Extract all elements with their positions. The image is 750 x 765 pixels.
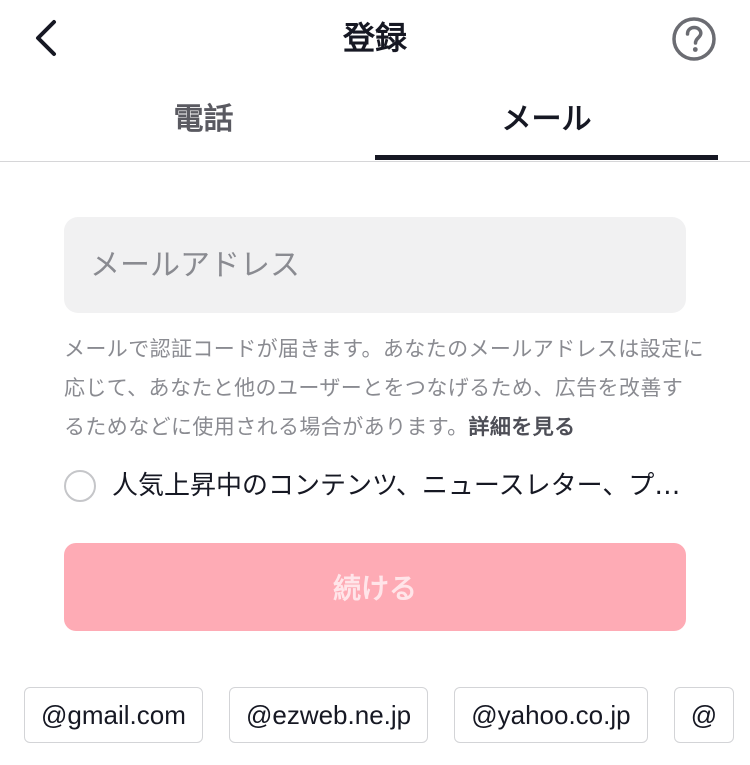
- help-button[interactable]: [670, 15, 718, 63]
- marketing-consent-row: 人気上昇中のコンテンツ、ニュースレター、プロモーション、おすすめ、アカウントの更…: [64, 464, 686, 508]
- continue-button-label: 続ける: [332, 572, 417, 605]
- learn-more-link[interactable]: 詳細を見る: [469, 415, 576, 439]
- header: 登録: [0, 0, 750, 80]
- tab-bar: 電話 メール: [0, 92, 750, 162]
- continue-button[interactable]: 続ける: [64, 543, 686, 631]
- domain-chip-yahoo[interactable]: @yahoo.co.jp: [454, 687, 648, 743]
- consent-checkbox[interactable]: [64, 470, 96, 502]
- tab-phone[interactable]: 電話: [32, 92, 375, 162]
- consent-label[interactable]: 人気上昇中のコンテンツ、ニュースレター、プロモーション、おすすめ、アカウントの更…: [112, 464, 686, 508]
- tab-email[interactable]: メール: [375, 92, 718, 162]
- email-domain-suggestions: @gmail.com @ezweb.ne.jp @yahoo.co.jp @: [24, 687, 750, 743]
- domain-chip-ezweb[interactable]: @ezweb.ne.jp: [228, 687, 429, 743]
- domain-chip-gmail[interactable]: @gmail.com: [24, 687, 203, 743]
- active-tab-indicator: [375, 155, 718, 160]
- verification-notice: メールで認証コードが届きます。あなたのメールアドレスは設定に応じて、あなたと他の…: [64, 330, 704, 447]
- question-circle-icon: [672, 17, 716, 61]
- domain-chip-more[interactable]: @: [673, 687, 735, 743]
- page-title: 登録: [342, 19, 407, 57]
- notice-text: メールで認証コードが届きます。あなたのメールアドレスは設定に応じて、あなたと他の…: [64, 337, 704, 439]
- email-input[interactable]: [64, 217, 686, 313]
